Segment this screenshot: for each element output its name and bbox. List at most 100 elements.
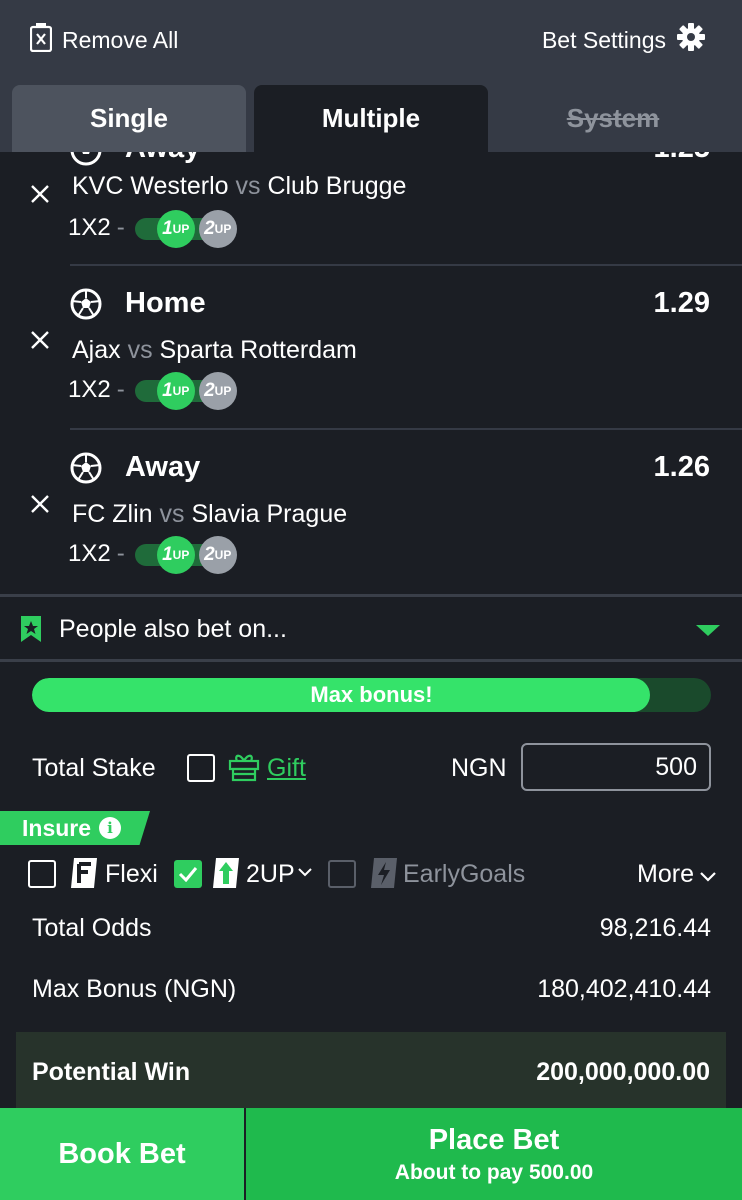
- market-name: 1X2: [68, 540, 111, 567]
- tab-multiple[interactable]: Multiple: [254, 85, 488, 152]
- stake-input[interactable]: [521, 743, 711, 791]
- insure-tag: Insure i: [0, 811, 150, 845]
- bet-odds: 1.25: [654, 152, 710, 165]
- stake-row: Total Stake Gift NGN: [0, 740, 742, 796]
- remove-bet-icon[interactable]: [28, 328, 52, 352]
- home-team: Ajax: [72, 336, 121, 364]
- 2up-checkbox[interactable]: [174, 860, 202, 888]
- bet-pick: Away: [125, 152, 200, 165]
- trash-icon: [29, 22, 53, 58]
- max-bonus-row: Max Bonus (NGN) 180,402,410.44: [32, 975, 711, 1011]
- max-bonus-label: Max Bonus (NGN): [32, 975, 237, 1003]
- bet-item: Home 1.29 Ajax vs Sparta Rotterdam 1X2 -…: [0, 272, 742, 436]
- caret-down-icon[interactable]: [696, 625, 720, 636]
- bet-odds: 1.29: [653, 287, 710, 319]
- gear-icon: [676, 22, 706, 58]
- toggle-1up[interactable]: 1 UP: [156, 372, 195, 410]
- betslip-footer: Book Bet Place Bet About to pay 500.00: [0, 1108, 742, 1200]
- place-bet-label: Place Bet: [428, 1123, 560, 1156]
- 2up-toggle[interactable]: 1 UP 2 UP: [134, 536, 241, 574]
- soccer-ball-icon: [70, 452, 102, 484]
- bonus-progress-label: Max bonus!: [310, 682, 433, 707]
- away-team: Sparta Rotterdam: [159, 336, 357, 364]
- away-team: Slavia Prague: [191, 500, 348, 528]
- earlygoals-checkbox[interactable]: [328, 860, 356, 888]
- toggle-2up[interactable]: 2 UP: [198, 210, 237, 248]
- people-also-bet-row[interactable]: People also bet on...: [0, 594, 742, 662]
- potential-win-label: Potential Win: [32, 1058, 191, 1086]
- bet-odds: 1.26: [653, 451, 710, 483]
- potential-win-value: 200,000,000.00: [536, 1058, 710, 1086]
- market-name: 1X2: [68, 376, 111, 403]
- market-name: 1X2: [68, 214, 111, 241]
- away-team: Club Brugge: [267, 172, 407, 200]
- more-button[interactable]: More: [637, 860, 716, 889]
- gift-icon: [228, 750, 260, 787]
- people-also-bet-label: People also bet on...: [59, 615, 287, 643]
- insure-options: Flexi 2UP EarlyGoals More: [0, 852, 742, 896]
- remove-all-button[interactable]: Remove All: [29, 22, 179, 58]
- gift-link[interactable]: Gift: [267, 754, 306, 783]
- remove-bet-icon[interactable]: [28, 182, 52, 206]
- bet-pick: Home: [125, 287, 206, 319]
- max-bonus-value: 180,402,410.44: [537, 975, 711, 1003]
- bet-item: Away 1.25 KVC Westerlo vs Club Brugge 1X…: [0, 152, 742, 248]
- bet-type-tabs: Single Multiple System: [0, 85, 742, 152]
- earlygoals-icon: [370, 857, 398, 894]
- currency-label: NGN: [451, 754, 507, 782]
- soccer-ball-icon: [70, 152, 102, 166]
- chevron-down-icon: [700, 860, 716, 889]
- total-stake-label: Total Stake: [32, 754, 156, 782]
- bet-match: FC Zlin vs Slavia Prague: [72, 500, 347, 529]
- 2up-icon: [212, 857, 240, 894]
- total-odds-row: Total Odds 98,216.44: [32, 914, 711, 950]
- bet-settings-label: Bet Settings: [541, 26, 666, 53]
- soccer-ball-icon: [70, 288, 102, 320]
- about-to-pay-label: About to pay 500.00: [394, 1160, 594, 1184]
- bet-market: 1X2 - 1 UP 2 UP: [68, 210, 241, 248]
- bet-item: Away 1.26 FC Zlin vs Slavia Prague 1X2 -…: [0, 436, 742, 592]
- market-dash: -: [116, 540, 125, 567]
- info-icon[interactable]: i: [99, 817, 122, 839]
- 2up-toggle[interactable]: 1 UP 2 UP: [134, 372, 241, 410]
- vs-label: vs: [159, 500, 185, 528]
- flexi-icon: [70, 857, 98, 894]
- bet-match: Ajax vs Sparta Rotterdam: [72, 336, 357, 365]
- vs-label: vs: [235, 172, 261, 200]
- tab-single[interactable]: Single: [12, 85, 246, 152]
- home-team: KVC Westerlo: [72, 172, 229, 200]
- gift-checkbox[interactable]: [187, 754, 215, 782]
- total-odds-value: 98,216.44: [599, 914, 711, 942]
- earlygoals-label: EarlyGoals: [403, 860, 526, 888]
- bet-market: 1X2 - 1 UP 2 UP: [68, 536, 241, 574]
- divider: [70, 264, 742, 266]
- flexi-label: Flexi: [105, 860, 158, 888]
- potential-win-row: Potential Win 200,000,000.00: [16, 1032, 726, 1108]
- bet-pick: Away: [125, 451, 201, 483]
- bonus-progress-bar: Max bonus!: [32, 678, 711, 712]
- toggle-1up[interactable]: 1 UP: [156, 536, 195, 574]
- 2up-label[interactable]: 2UP: [246, 860, 295, 889]
- insure-label: Insure: [22, 814, 92, 841]
- remove-bet-icon[interactable]: [28, 492, 52, 516]
- bet-list[interactable]: Away 1.25 KVC Westerlo vs Club Brugge 1X…: [0, 152, 742, 592]
- toggle-1up[interactable]: 1 UP: [156, 210, 195, 248]
- chevron-down-icon[interactable]: [298, 864, 312, 882]
- tab-system: System: [566, 103, 660, 133]
- toggle-2up[interactable]: 2 UP: [198, 536, 237, 574]
- toggle-2up[interactable]: 2 UP: [198, 372, 237, 410]
- bet-market: 1X2 - 1 UP 2 UP: [68, 372, 241, 410]
- betslip-header: Remove All Bet Settings Single Multiple …: [0, 0, 742, 152]
- remove-all-label: Remove All: [62, 26, 179, 53]
- more-label: More: [637, 860, 694, 888]
- total-odds-label: Total Odds: [32, 914, 152, 942]
- place-bet-button[interactable]: Place Bet About to pay 500.00: [246, 1108, 742, 1200]
- bet-settings-button[interactable]: Bet Settings: [541, 22, 706, 58]
- market-dash: -: [116, 214, 125, 241]
- book-bet-button[interactable]: Book Bet: [0, 1108, 244, 1200]
- bookmark-icon: [20, 615, 42, 648]
- bet-match: KVC Westerlo vs Club Brugge: [72, 172, 406, 201]
- 2up-toggle[interactable]: 1 UP 2 UP: [134, 210, 241, 248]
- flexi-checkbox[interactable]: [28, 860, 56, 888]
- market-dash: -: [116, 376, 125, 403]
